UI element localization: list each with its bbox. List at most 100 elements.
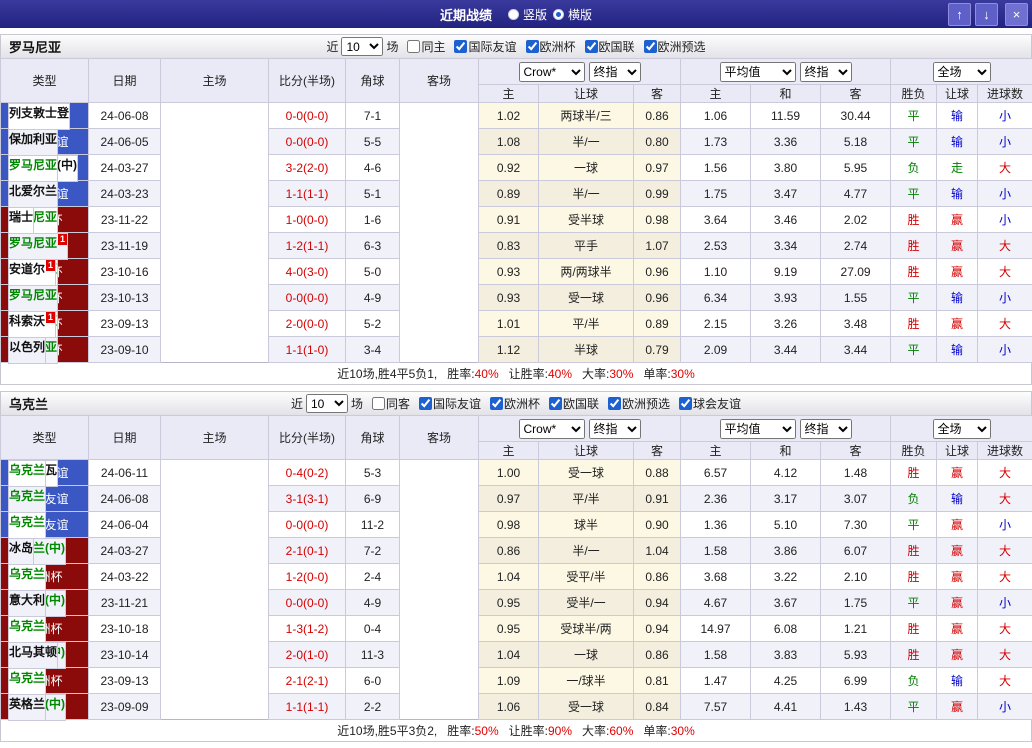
europe-home-odds-cell: 6.57: [680, 459, 752, 486]
page-title: 近期战绩: [439, 7, 492, 23]
corner-cell: 4-6: [345, 154, 400, 181]
move-up-button[interactable]: ↑: [948, 3, 971, 26]
average-select[interactable]: 平均值: [719, 61, 796, 82]
same-venue-checkbox[interactable]: 同客: [368, 395, 410, 412]
league-checkbox[interactable]: 欧洲预选: [640, 38, 706, 55]
league-checkbox[interactable]: 欧洲预选: [604, 395, 670, 412]
goals-result-cell: 小: [977, 693, 1032, 720]
away-team-cell: 乌克兰: [8, 511, 47, 539]
league-checkbox[interactable]: 欧国联: [545, 395, 599, 412]
date-cell: 24-06-08: [88, 485, 161, 512]
fulltime-select[interactable]: 全场: [932, 418, 991, 439]
sub-column-header: 让球: [936, 441, 979, 460]
europe-away-odds-cell: 1.43: [820, 693, 892, 720]
same-venue-checkbox-box[interactable]: [371, 397, 385, 410]
asia-away-odds-cell: 0.90: [632, 511, 682, 538]
league-checkbox-box[interactable]: [584, 40, 598, 53]
column-header: 日期: [88, 58, 161, 103]
date-cell: 23-10-18: [88, 615, 161, 642]
goals-result-cell: 大: [977, 485, 1032, 512]
goals-result-cell: 大: [977, 615, 1032, 642]
summary-lead: 近10场,胜4平5负1,: [337, 367, 438, 381]
outcome-result-cell: 平: [890, 128, 938, 155]
close-button[interactable]: ×: [1005, 3, 1028, 26]
layout-radio-vertical[interactable]: 竖版: [507, 6, 547, 23]
sections-container: 罗马尼亚近 10 场同主 国际友谊 欧洲杯 欧国联 欧洲预选 类型 日期 主场 比分(半场) 角球 客场…: [0, 34, 1032, 742]
layout-radio-horizontal[interactable]: 横版: [553, 6, 592, 23]
score-cell: 1-1(1-1): [268, 693, 346, 720]
league-checkbox-box[interactable]: [525, 40, 539, 53]
summary-stat: 单率:30%: [643, 365, 694, 382]
same-venue-checkbox-box[interactable]: [407, 40, 421, 53]
average-select[interactable]: 平均值: [719, 418, 796, 439]
handicap-result-cell: 赢: [936, 641, 979, 668]
europe-away-odds-cell: 2.74: [820, 232, 892, 259]
europe-draw-odds-cell: 11.59: [750, 102, 822, 129]
asia-away-odds-cell: 0.99: [632, 180, 682, 207]
asia-away-odds-cell: 0.94: [632, 615, 682, 642]
score-cell: 1-1(1-0): [268, 336, 346, 363]
league-checkbox-box[interactable]: [679, 397, 693, 410]
europe-away-odds-cell: 6.99: [820, 667, 892, 694]
handicap-line-cell: 半球: [538, 336, 634, 363]
sub-column-header: 主: [680, 441, 752, 460]
league-checkbox[interactable]: 欧洲杯: [522, 38, 576, 55]
away-team-cell: 科索沃 1: [8, 310, 57, 338]
handicap-line-cell: 一球: [538, 154, 634, 181]
asia-odds-time-select[interactable]: 终指: [588, 61, 641, 82]
sub-column-header: 主: [680, 84, 752, 103]
europe-odds-time-select[interactable]: 终指: [799, 61, 852, 82]
sub-column-header: 胜负: [890, 84, 938, 103]
league-checkbox-box[interactable]: [549, 397, 563, 410]
stat-value: 40%: [547, 367, 573, 381]
outcome-result-cell: 胜: [890, 459, 938, 486]
handicap-line-cell: 受一球: [538, 459, 634, 486]
stat-label: 大率:: [582, 724, 610, 738]
league-checkbox[interactable]: 欧国联: [581, 38, 635, 55]
date-cell: 23-10-13: [88, 284, 161, 311]
outcome-result-cell: 平: [890, 336, 938, 363]
league-checkbox-box[interactable]: [608, 397, 622, 410]
league-checkbox-box[interactable]: [490, 397, 503, 410]
layout-radio-group: 竖版 横版: [502, 6, 592, 23]
league-checkbox[interactable]: 国际友谊: [450, 38, 517, 55]
europe-odds-group-header: 平均值 终指: [680, 415, 892, 442]
move-down-button[interactable]: ↓: [975, 3, 998, 26]
near-count-select[interactable]: 10: [305, 394, 348, 413]
away-team-cell: 罗马尼亚 1: [8, 232, 69, 260]
goals-result-cell: 大: [977, 154, 1032, 181]
asia-away-odds-cell: 0.86: [632, 641, 682, 668]
league-checkbox-box[interactable]: [418, 397, 432, 410]
date-cell: 23-09-10: [88, 336, 161, 363]
date-cell: 23-10-16: [88, 258, 161, 285]
handicap-line-cell: 平/半: [538, 485, 634, 512]
league-checkbox-box[interactable]: [643, 40, 657, 53]
europe-odds-time-select[interactable]: 终指: [799, 418, 852, 439]
column-header: 比分(半场): [268, 58, 346, 103]
handicap-result-cell: 赢: [936, 693, 979, 720]
radio-icon: [553, 8, 564, 20]
near-count-select[interactable]: 10: [341, 37, 384, 56]
league-checkbox[interactable]: 球会友谊: [675, 395, 741, 412]
same-venue-checkbox[interactable]: 同主: [403, 38, 445, 55]
asia-away-odds-cell: 0.86: [632, 563, 682, 590]
asia-away-odds-cell: 1.07: [632, 232, 682, 259]
goals-result-cell: 大: [977, 537, 1032, 564]
bookmaker-select[interactable]: Crow*: [518, 61, 585, 82]
outcome-result-cell: 平: [890, 180, 938, 207]
match-row: 欧洲杯23-09-10罗马尼亚1-1(1-0)3-4以色列1.12半球0.792…: [0, 336, 1032, 364]
bookmaker-select[interactable]: Crow*: [518, 418, 585, 439]
europe-away-odds-cell: 1.21: [820, 615, 892, 642]
europe-away-odds-cell: 5.18: [820, 128, 892, 155]
corner-cell: 3-4: [345, 336, 400, 363]
outcome-result-cell: 胜: [890, 641, 938, 668]
asia-odds-time-select[interactable]: 终指: [588, 418, 641, 439]
sub-column-header: 胜负: [890, 441, 938, 460]
league-checkbox[interactable]: 国际友谊: [415, 395, 481, 412]
europe-home-odds-cell: 1.06: [680, 102, 752, 129]
league-checkbox[interactable]: 欧洲杯: [486, 395, 540, 412]
fulltime-select[interactable]: 全场: [932, 61, 991, 82]
league-checkbox-box[interactable]: [454, 40, 468, 53]
corner-cell: 6-0: [345, 667, 400, 694]
summary-stat: 单率:30%: [643, 722, 694, 739]
